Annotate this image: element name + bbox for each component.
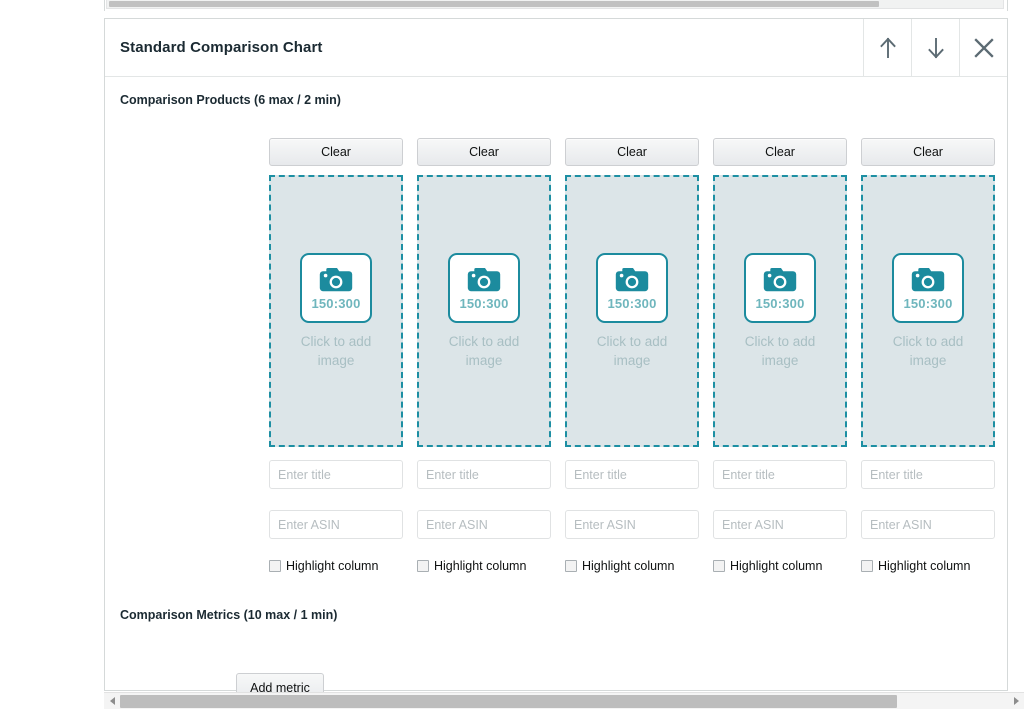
highlight-column-checkbox-5[interactable]: Highlight column [861,559,995,573]
page-title: Standard Comparison Chart [120,39,323,56]
image-dropzone-3[interactable]: 150:300 Click to add image [565,175,699,447]
dropzone-caption: Click to add image [744,334,816,368]
horizontal-scroll-track[interactable] [120,694,1008,708]
clear-button-5[interactable]: Clear [861,138,995,166]
image-dropzone-1[interactable]: 150:300 Click to add image [269,175,403,447]
move-up-button[interactable] [863,19,911,76]
image-placeholder-card: 150:300 [448,253,520,323]
product-column-4: Clear 150:300 Click to add image Highl [713,138,847,573]
image-ratio-label: 150:300 [903,296,953,311]
product-title-input-3[interactable] [565,460,699,489]
dropzone-caption: Click to add image [596,334,668,368]
highlight-column-checkbox-2[interactable]: Highlight column [417,559,551,573]
image-placeholder-card: 150:300 [300,253,372,323]
camera-icon [911,268,945,292]
product-asin-input-1[interactable] [269,510,403,539]
highlight-column-label: Highlight column [730,559,823,573]
comparison-chart-module: Standard Comparison Chart Comparison Pro… [104,18,1009,704]
product-asin-input-4[interactable] [713,510,847,539]
highlight-column-label: Highlight column [582,559,675,573]
scroll-left-arrow[interactable] [104,693,120,710]
image-placeholder-card: 150:300 [744,253,816,323]
previous-panel-scroll-track[interactable] [106,0,1004,9]
image-dropzone-5[interactable]: 150:300 Click to add image [861,175,995,447]
highlight-column-label: Highlight column [878,559,971,573]
highlight-column-label: Highlight column [286,559,379,573]
product-column-3: Clear 150:300 Click to add image Highl [565,138,699,573]
product-asin-input-3[interactable] [565,510,699,539]
comparison-products-label: Comparison Products (6 max / 2 min) [120,93,341,107]
image-ratio-label: 150:300 [311,296,361,311]
arrow-up-icon [875,35,901,61]
previous-panel-scroll-thumb[interactable] [109,1,879,7]
highlight-column-checkbox-3[interactable]: Highlight column [565,559,699,573]
camera-icon [467,268,501,292]
triangle-left-icon [109,697,115,705]
image-placeholder-card: 150:300 [892,253,964,323]
dropzone-caption: Click to add image [448,334,520,368]
product-asin-input-2[interactable] [417,510,551,539]
comparison-metrics-label: Comparison Metrics (10 max / 1 min) [120,608,338,622]
camera-icon [615,268,649,292]
horizontal-scroll-thumb[interactable] [120,694,897,708]
checkbox-icon[interactable] [713,560,725,572]
camera-icon [319,268,353,292]
close-icon [971,35,997,61]
previous-panel-scrollbar [104,0,1008,11]
camera-icon [763,268,797,292]
dropzone-caption: Click to add image [300,334,372,368]
product-title-input-2[interactable] [417,460,551,489]
product-asin-input-5[interactable] [861,510,995,539]
close-button[interactable] [959,19,1007,76]
checkbox-icon[interactable] [417,560,429,572]
product-title-input-1[interactable] [269,460,403,489]
product-columns: Clear 150:300 Click to add image Highl [269,138,1009,598]
image-dropzone-2[interactable]: 150:300 Click to add image [417,175,551,447]
clear-button-2[interactable]: Clear [417,138,551,166]
image-ratio-label: 150:300 [607,296,657,311]
product-title-input-4[interactable] [713,460,847,489]
product-column-5: Clear 150:300 Click to add image Highl [861,138,995,573]
image-dropzone-4[interactable]: 150:300 Click to add image [713,175,847,447]
checkbox-icon[interactable] [269,560,281,572]
scroll-right-arrow[interactable] [1008,693,1024,710]
image-ratio-label: 150:300 [459,296,509,311]
module-header-actions [863,19,1007,76]
horizontal-scrollbar[interactable] [104,692,1024,709]
move-down-button[interactable] [911,19,959,76]
product-column-1: Clear 150:300 Click to add image Highl [269,138,403,573]
image-placeholder-card: 150:300 [596,253,668,323]
highlight-column-checkbox-4[interactable]: Highlight column [713,559,847,573]
checkbox-icon[interactable] [565,560,577,572]
dropzone-caption: Click to add image [892,334,964,368]
highlight-column-label: Highlight column [434,559,527,573]
checkbox-icon[interactable] [861,560,873,572]
clear-button-3[interactable]: Clear [565,138,699,166]
image-ratio-label: 150:300 [755,296,805,311]
arrow-down-icon [923,35,949,61]
triangle-right-icon [1013,697,1019,705]
product-column-2: Clear 150:300 Click to add image Highl [417,138,551,573]
clear-button-4[interactable]: Clear [713,138,847,166]
product-title-input-5[interactable] [861,460,995,489]
module-header: Standard Comparison Chart [105,19,1007,77]
clear-button-1[interactable]: Clear [269,138,403,166]
highlight-column-checkbox-1[interactable]: Highlight column [269,559,403,573]
